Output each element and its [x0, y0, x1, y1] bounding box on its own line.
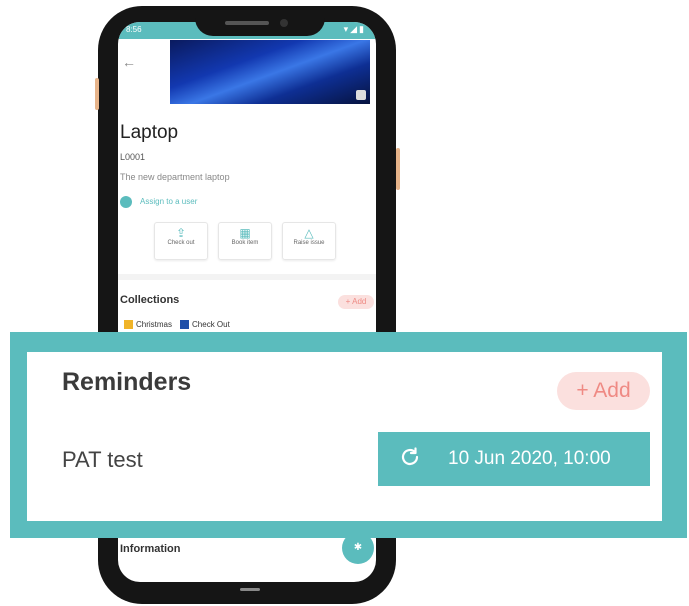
reminder-date-text: 10 Jun 2020, 10:00 [448, 448, 611, 469]
collection-chips: Christmas Check Out [124, 320, 230, 330]
reminders-add-button[interactable]: + Add [557, 372, 650, 410]
action-buttons: ⇪ Check out ▦ Book item △ Raise issue [154, 222, 336, 260]
phone-notch [195, 14, 325, 36]
reminder-name: PAT test [62, 447, 143, 472]
raise-issue-button[interactable]: △ Raise issue [282, 222, 336, 260]
status-icons: ▾◢▮ [343, 24, 366, 34]
chip-label: Christmas [136, 320, 173, 329]
repeat-icon [401, 447, 419, 466]
collections-add-button[interactable]: + Add [338, 295, 374, 309]
chip-color [124, 320, 133, 330]
user-icon [120, 196, 132, 208]
raise-issue-label: Raise issue [293, 240, 325, 246]
book-item-button[interactable]: ▦ Book item [218, 222, 272, 260]
check-out-label: Check out [167, 240, 195, 246]
status-time: 8:56 [126, 25, 142, 34]
warning-icon: △ [304, 226, 314, 240]
chip-label: Check Out [192, 320, 230, 329]
phone-camera [280, 19, 288, 27]
information-heading: Information [120, 543, 181, 555]
volume-button [95, 78, 99, 110]
fab-icon: ✱ [353, 542, 363, 553]
assign-user-link[interactable]: Assign to a user [120, 196, 197, 208]
asset-code: L0001 [120, 152, 146, 162]
phone-speaker [225, 21, 269, 25]
calendar-icon: ▦ [239, 226, 251, 240]
asset-image [170, 40, 370, 104]
asset-title: Laptop [120, 122, 179, 143]
power-button [396, 148, 400, 190]
reminders-heading: Reminders [62, 368, 192, 396]
reminder-date-badge[interactable]: 10 Jun 2020, 10:00 [378, 432, 650, 486]
nav-bar-indicator [240, 588, 260, 591]
check-out-button[interactable]: ⇪ Check out [154, 222, 208, 260]
section-divider [118, 274, 376, 280]
collection-chip[interactable]: Check Out [180, 320, 230, 330]
book-item-label: Book item [231, 240, 259, 246]
collections-heading: Collections [120, 294, 180, 306]
image-edit-icon[interactable] [356, 90, 366, 100]
collection-chip[interactable]: Christmas [124, 320, 173, 330]
back-arrow-icon[interactable]: ← [122, 54, 136, 70]
assign-user-label: Assign to a user [140, 197, 198, 207]
chip-color [180, 320, 190, 330]
upload-icon: ⇪ [175, 226, 187, 240]
asset-description: The new department laptop [120, 172, 230, 182]
